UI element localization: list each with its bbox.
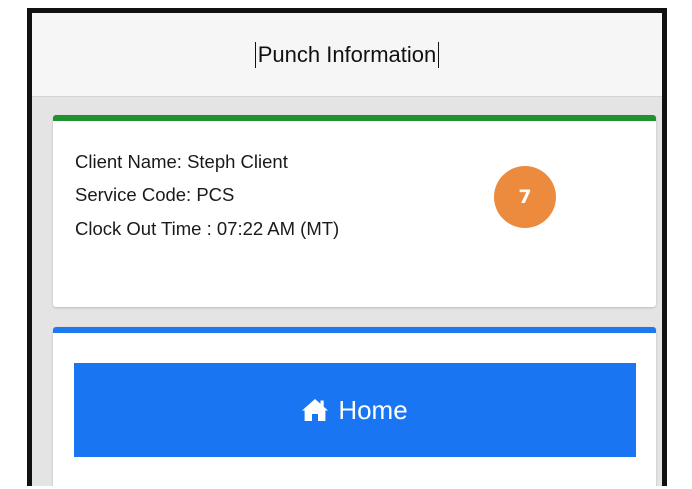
home-button[interactable]: Home bbox=[74, 363, 636, 457]
punch-info-card: Client Name: Steph Client Service Code: … bbox=[53, 115, 656, 307]
service-code-text: Service Code: PCS bbox=[75, 184, 235, 205]
app-header: Punch Information bbox=[32, 13, 662, 97]
home-icon bbox=[302, 399, 329, 421]
client-name-text: Client Name: Steph Client bbox=[75, 151, 288, 172]
step-number-badge: 7 bbox=[494, 166, 556, 228]
page-title: Punch Information bbox=[254, 41, 440, 68]
clock-out-time-text: Clock Out Time : 07:22 AM (MT) bbox=[75, 218, 340, 239]
app-frame: Punch Information Client Name: Steph Cli… bbox=[27, 8, 667, 486]
home-button-label: Home bbox=[338, 394, 408, 425]
navigation-card: Home bbox=[53, 327, 656, 486]
